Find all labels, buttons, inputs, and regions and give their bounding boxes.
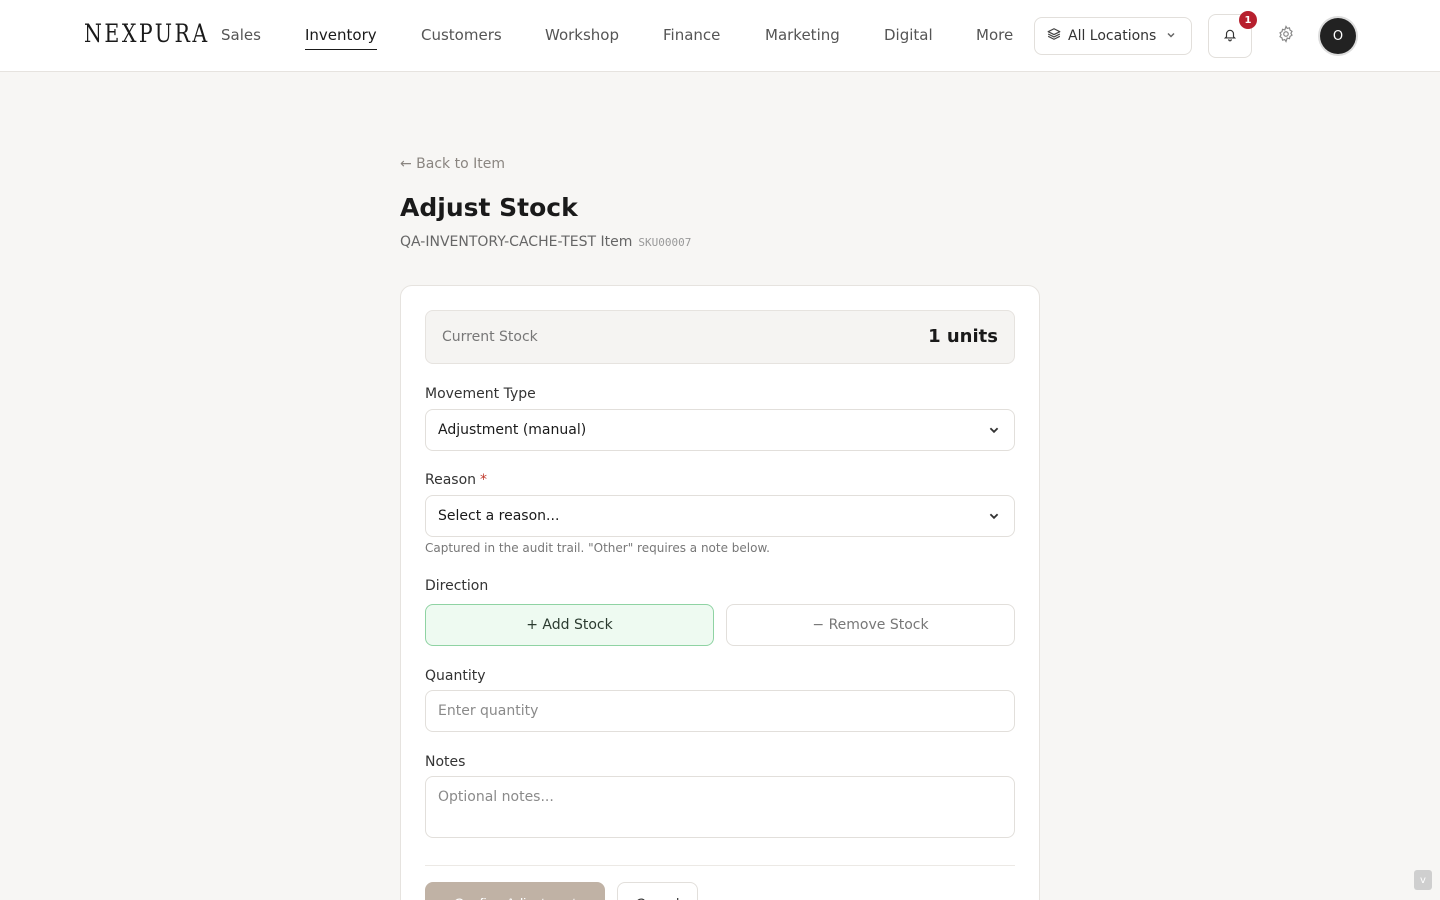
nav-item-customers[interactable]: Customers [421,26,502,49]
user-avatar[interactable]: O [1320,18,1356,54]
movement-type-select[interactable]: Adjustment (manual) [425,409,1015,451]
reason-select[interactable]: Select a reason... [425,495,1015,537]
item-sku: SKU00007 [638,236,692,249]
nav-item-workshop[interactable]: Workshop [545,26,619,49]
nav-item-digital[interactable]: Digital [884,26,933,49]
nav-item-more[interactable]: More [976,26,1013,49]
location-label: All Locations [1068,28,1157,44]
add-stock-button[interactable]: + Add Stock [425,604,714,646]
cancel-button[interactable]: Cancel [617,882,698,900]
layers-icon [1047,27,1061,45]
chevron-down-icon [1166,28,1176,44]
reason-label: Reason * [425,472,487,488]
chevron-down-icon [988,510,1000,526]
nav-item-marketing[interactable]: Marketing [765,26,840,49]
settings-button[interactable] [1274,24,1298,48]
back-to-item-link[interactable]: ← Back to Item [400,156,505,172]
notes-label: Notes [425,754,466,770]
confirm-adjustment-button[interactable]: Confirm Adjustment [425,882,605,900]
notes-textarea[interactable] [425,776,1015,838]
location-selector[interactable]: All Locations [1034,17,1192,55]
nav-item-finance[interactable]: Finance [663,26,720,49]
direction-label: Direction [425,578,489,594]
required-marker: * [480,472,488,488]
bell-icon [1223,27,1237,46]
adjust-stock-form-card: Current Stock 1 units Movement Type Adju… [400,285,1040,900]
gear-icon [1277,25,1295,47]
reason-value: Select a reason... [438,508,560,524]
chevron-down-icon [988,424,1000,440]
movement-type-label: Movement Type [425,386,536,402]
corner-toggle-button[interactable]: v [1414,870,1432,890]
nav-item-inventory[interactable]: Inventory [305,26,377,50]
form-divider [425,865,1015,866]
item-name: QA-INVENTORY-CACHE-TEST Item [400,234,633,250]
page-title: Adjust Stock [400,193,578,222]
brand-logo[interactable]: NEXPURA [84,19,210,48]
reason-hint: Captured in the audit trail. "Other" req… [425,541,770,555]
movement-type-value: Adjustment (manual) [438,422,587,438]
current-stock-label: Current Stock [442,329,538,345]
remove-stock-button[interactable]: − Remove Stock [726,604,1015,646]
reason-label-text: Reason [425,472,477,488]
notification-count-badge: 1 [1239,11,1257,29]
nav-item-sales[interactable]: Sales [221,26,261,49]
notifications-button[interactable]: 1 [1208,11,1257,58]
quantity-input[interactable] [425,690,1015,732]
item-subtitle: QA-INVENTORY-CACHE-TEST Item SKU00007 [400,234,691,250]
current-stock-value: 1 units [928,326,998,347]
top-navigation-bar: NEXPURA Sales Inventory Customers Worksh… [0,0,1440,72]
quantity-label: Quantity [425,668,486,684]
current-stock-panel: Current Stock 1 units [425,310,1015,364]
